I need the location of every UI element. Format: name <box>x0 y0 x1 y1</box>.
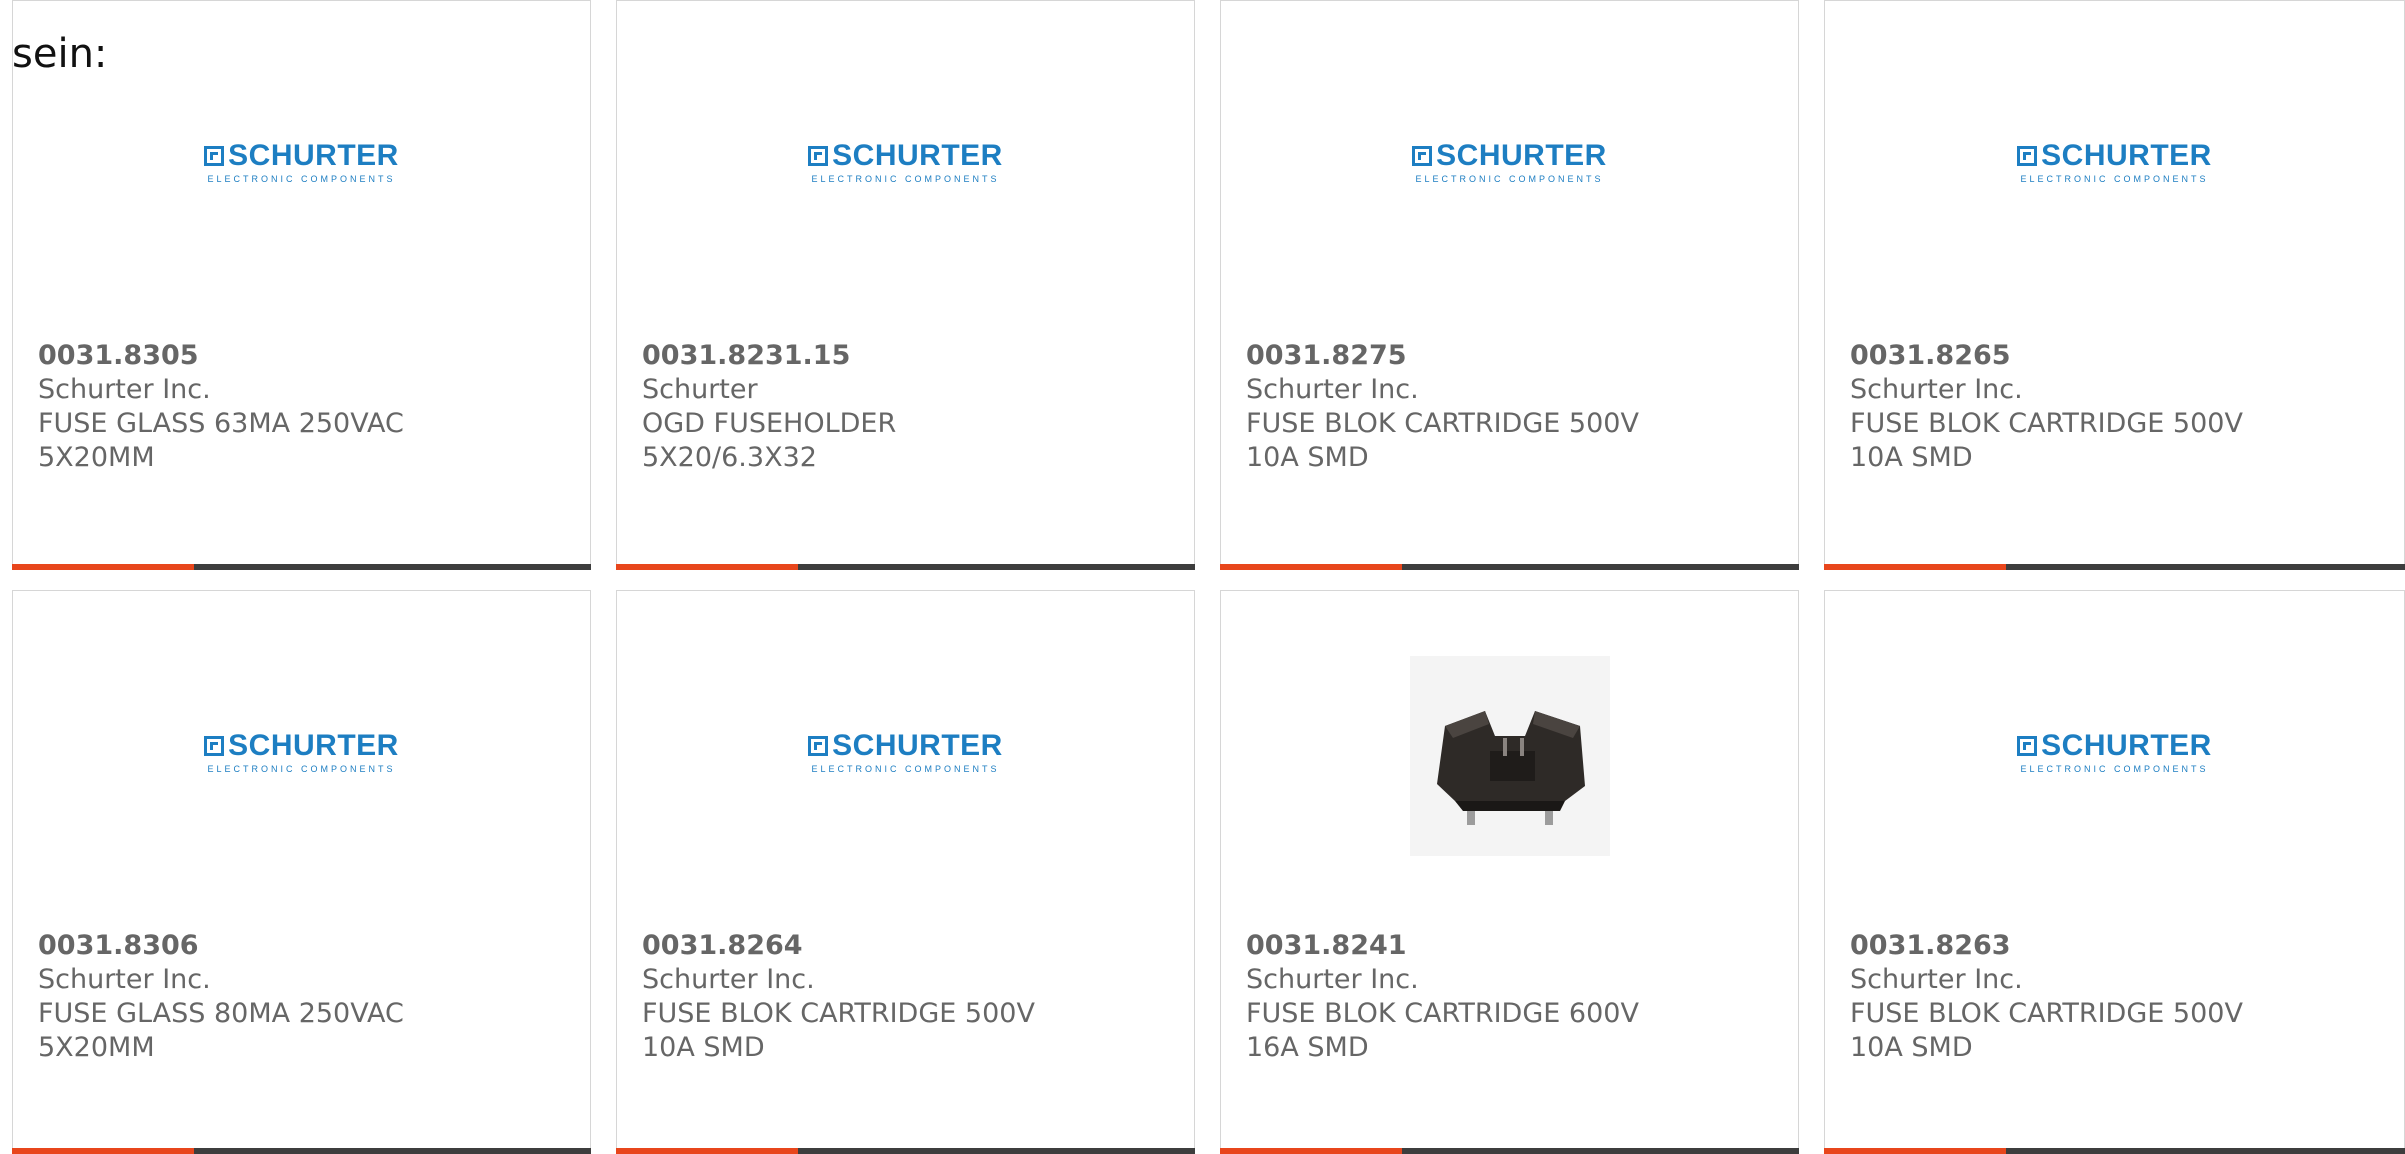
product-image: SCHURTER ELECTRONIC COMPONENTS <box>1221 41 1798 291</box>
product-description: FUSE BLOK CARTRIDGE 500V 10A SMD <box>642 998 1035 1063</box>
schurter-logo: SCHURTER ELECTRONIC COMPONENTS <box>808 730 1003 774</box>
schurter-logo-icon <box>2017 145 2038 166</box>
part-number: 0031.8275 <box>1246 340 1407 371</box>
product-description: OGD FUSEHOLDER 5X20/6.3X32 <box>642 408 897 473</box>
product-info: 0031.8306 Schurter Inc. FUSE GLASS 80MA … <box>38 929 565 1065</box>
schurter-logo-icon <box>1412 145 1433 166</box>
product-card[interactable]: SCHURTER ELECTRONIC COMPONENTS 0031.8305… <box>12 0 591 570</box>
part-number: 0031.8264 <box>642 930 803 961</box>
product-info: 0031.8263 Schurter Inc. FUSE BLOK CARTRI… <box>1850 929 2379 1065</box>
part-number: 0031.8263 <box>1850 930 2011 961</box>
schurter-logo: SCHURTER ELECTRONIC COMPONENTS <box>1412 140 1607 184</box>
schurter-logo: SCHURTER ELECTRONIC COMPONENTS <box>2017 730 2212 774</box>
product-card[interactable]: SCHURTER ELECTRONIC COMPONENTS 0031.8306… <box>12 590 591 1154</box>
card-bottom-bar <box>616 564 1195 570</box>
card-accent-bar <box>1220 1148 1402 1154</box>
fuse-holder-photo <box>1409 656 1610 856</box>
schurter-logo: SCHURTER ELECTRONIC COMPONENTS <box>2017 140 2212 184</box>
product-image: SCHURTER ELECTRONIC COMPONENTS <box>13 631 590 881</box>
product-grid: SCHURTER ELECTRONIC COMPONENTS 0031.8305… <box>12 0 2405 1154</box>
product-info: 0031.8264 Schurter Inc. FUSE BLOK CARTRI… <box>642 929 1169 1065</box>
card-accent-bar <box>616 1148 798 1154</box>
product-info: 0031.8241 Schurter Inc. FUSE BLOK CARTRI… <box>1246 929 1773 1065</box>
card-bottom-bar <box>1220 564 1799 570</box>
product-info: 0031.8231.15 Schurter OGD FUSEHOLDER 5X2… <box>642 339 1169 475</box>
product-image: SCHURTER ELECTRONIC COMPONENTS <box>1825 41 2404 291</box>
schurter-logo-icon <box>204 145 225 166</box>
part-number: 0031.8241 <box>1246 930 1407 961</box>
product-info: 0031.8275 Schurter Inc. FUSE BLOK CARTRI… <box>1246 339 1773 475</box>
product-info: 0031.8305 Schurter Inc. FUSE GLASS 63MA … <box>38 339 565 475</box>
card-bottom-bar <box>12 564 591 570</box>
manufacturer: Schurter Inc. <box>1246 964 1419 995</box>
intro-text: sein: <box>12 31 108 77</box>
manufacturer: Schurter <box>642 374 758 405</box>
product-card[interactable]: SCHURTER ELECTRONIC COMPONENTS 0031.8275… <box>1220 0 1799 570</box>
product-card[interactable]: SCHURTER ELECTRONIC COMPONENTS 0031.8263… <box>1824 590 2405 1154</box>
card-bottom-bar <box>1220 1148 1799 1154</box>
schurter-logo: SCHURTER ELECTRONIC COMPONENTS <box>808 140 1003 184</box>
part-number: 0031.8306 <box>38 930 199 961</box>
schurter-logo: SCHURTER ELECTRONIC COMPONENTS <box>204 140 399 184</box>
card-accent-bar <box>1824 1148 2006 1154</box>
schurter-logo: SCHURTER ELECTRONIC COMPONENTS <box>204 730 399 774</box>
card-bottom-bar <box>1824 564 2405 570</box>
product-description: FUSE GLASS 80MA 250VAC 5X20MM <box>38 998 404 1063</box>
fuse-holder-icon <box>1436 711 1585 825</box>
card-bottom-bar <box>1824 1148 2405 1154</box>
manufacturer: Schurter Inc. <box>1850 374 2023 405</box>
product-image: SCHURTER ELECTRONIC COMPONENTS <box>617 631 1194 881</box>
product-card[interactable]: SCHURTER ELECTRONIC COMPONENTS 0031.8264… <box>616 590 1195 1154</box>
product-description: FUSE GLASS 63MA 250VAC 5X20MM <box>38 408 404 473</box>
schurter-logo-icon <box>808 145 829 166</box>
card-accent-bar <box>1824 564 2006 570</box>
card-accent-bar <box>12 564 194 570</box>
product-image <box>1221 631 1798 881</box>
product-info: 0031.8265 Schurter Inc. FUSE BLOK CARTRI… <box>1850 339 2379 475</box>
card-bottom-bar <box>12 1148 591 1154</box>
card-accent-bar <box>12 1148 194 1154</box>
product-description: FUSE BLOK CARTRIDGE 500V 10A SMD <box>1246 408 1639 473</box>
schurter-logo-icon <box>204 735 225 756</box>
manufacturer: Schurter Inc. <box>1850 964 2023 995</box>
product-image: SCHURTER ELECTRONIC COMPONENTS <box>617 41 1194 291</box>
product-card[interactable]: SCHURTER ELECTRONIC COMPONENTS 0031.8265… <box>1824 0 2405 570</box>
card-bottom-bar <box>616 1148 1195 1154</box>
manufacturer: Schurter Inc. <box>1246 374 1419 405</box>
manufacturer: Schurter Inc. <box>38 964 211 995</box>
product-description: FUSE BLOK CARTRIDGE 600V 16A SMD <box>1246 998 1639 1063</box>
manufacturer: Schurter Inc. <box>38 374 211 405</box>
schurter-logo-icon <box>808 735 829 756</box>
product-image: SCHURTER ELECTRONIC COMPONENTS <box>1825 631 2404 881</box>
schurter-logo-icon <box>2017 735 2038 756</box>
card-accent-bar <box>616 564 798 570</box>
product-description: FUSE BLOK CARTRIDGE 500V 10A SMD <box>1850 998 2243 1063</box>
part-number: 0031.8305 <box>38 340 199 371</box>
product-card[interactable]: 0031.8241 Schurter Inc. FUSE BLOK CARTRI… <box>1220 590 1799 1154</box>
part-number: 0031.8265 <box>1850 340 2011 371</box>
card-accent-bar <box>1220 564 1402 570</box>
manufacturer: Schurter Inc. <box>642 964 815 995</box>
product-card[interactable]: SCHURTER ELECTRONIC COMPONENTS 0031.8231… <box>616 0 1195 570</box>
part-number: 0031.8231.15 <box>642 340 851 371</box>
product-description: FUSE BLOK CARTRIDGE 500V 10A SMD <box>1850 408 2243 473</box>
